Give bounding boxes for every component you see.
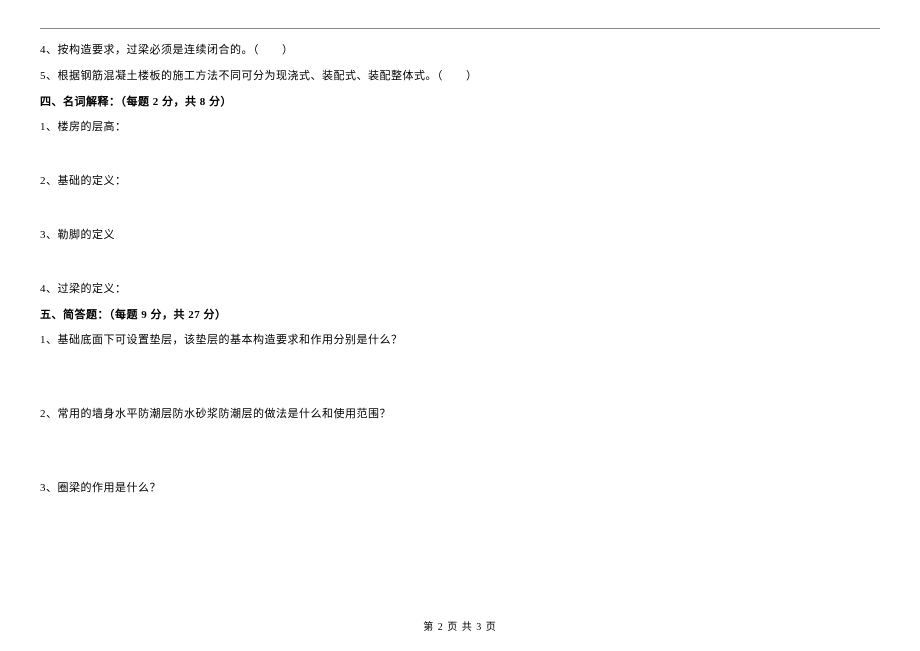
answer-space [40,431,880,479]
section-5-header: 五、简答题：（每题 9 分，共 27 分） [40,306,880,326]
section-4-header: 四、名词解释：（每题 2 分，共 8 分） [40,93,880,113]
answer-space [40,198,880,226]
top-divider [40,28,880,29]
section-5-q2: 2、常用的墙身水平防潮层防水砂浆防潮层的做法是什么和使用范围？ [40,405,880,425]
tf-question-5: 5、根据钢筋混凝土楼板的施工方法不同可分为现浇式、装配式、装配整体式。（ ） [40,67,880,87]
section-5-q1: 1、基础底面下可设置垫层，该垫层的基本构造要求和作用分别是什么？ [40,331,880,351]
section-4-q4: 4、过梁的定义： [40,280,880,300]
answer-space [40,252,880,280]
section-4-q1: 1、楼房的层高： [40,118,880,138]
answer-space [40,144,880,172]
answer-space [40,357,880,405]
page-footer: 第 2 页 共 3 页 [0,618,920,633]
section-5-q3: 3、圈梁的作用是什么？ [40,479,880,499]
document-page: 4、按构造要求，过梁必须是连续闭合的。（ ） 5、根据钢筋混凝土楼板的施工方法不… [0,0,920,499]
section-4-q3: 3、勒脚的定义 [40,226,880,246]
section-4-q2: 2、基础的定义： [40,172,880,192]
tf-question-4: 4、按构造要求，过梁必须是连续闭合的。（ ） [40,41,880,61]
